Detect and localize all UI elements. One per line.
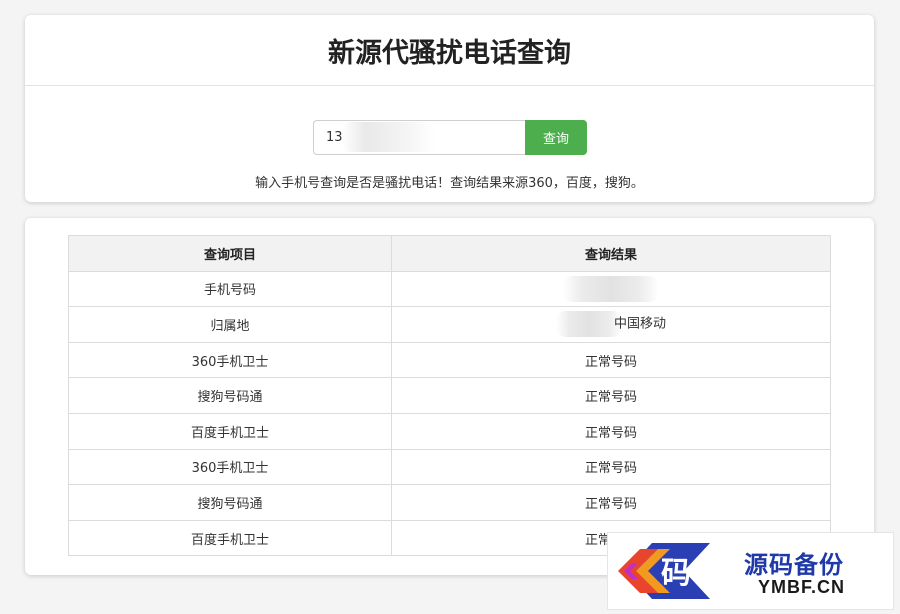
- watermark: 码 源码备份 YMBF.CN: [607, 532, 894, 610]
- header-item: 查询项目: [68, 235, 392, 272]
- row-item: 360手机卫士: [68, 341, 392, 379]
- watermark-logo-icon: 码: [618, 543, 710, 599]
- redacted-phone-mask: [563, 275, 659, 302]
- row-result: 正常号码: [391, 448, 831, 486]
- row-item: 搜狗号码通: [68, 377, 392, 414]
- row-result-text: 中国移动: [613, 316, 666, 332]
- watermark-logo-char: 码: [661, 556, 691, 591]
- row-result: 正常号码: [391, 412, 831, 450]
- row-result: 正常号码: [391, 341, 831, 379]
- row-item: 手机号码: [68, 270, 392, 308]
- row-item: 360手机卫士: [68, 448, 392, 486]
- watermark-name: 源码备份: [744, 550, 844, 579]
- query-button[interactable]: 查询: [525, 120, 587, 155]
- table-row: 百度手机卫士 正常号码: [68, 412, 831, 450]
- row-item: 归属地: [68, 306, 392, 343]
- watermark-domain: YMBF.CN: [758, 577, 845, 597]
- results-table: 查询项目 查询结果 手机号码 归属地 中国移动 360手机卫士 正常号码 搜狗号…: [68, 235, 831, 557]
- row-result: 中国移动: [391, 306, 831, 343]
- results-card: 查询项目 查询结果 手机号码 归属地 中国移动 360手机卫士 正常号码 搜狗号…: [25, 218, 874, 575]
- table-header-row: 查询项目 查询结果: [68, 235, 831, 272]
- row-result: [391, 270, 831, 308]
- phone-input[interactable]: [313, 120, 525, 155]
- table-row: 归属地 中国移动: [68, 306, 831, 343]
- table-row: 手机号码: [68, 270, 831, 308]
- redacted-region-mask: [555, 311, 622, 338]
- search-bar: 查询: [313, 120, 587, 155]
- row-item: 百度手机卫士: [68, 519, 392, 557]
- row-item: 搜狗号码通: [68, 484, 392, 521]
- table-row: 搜狗号码通 正常号码: [68, 377, 831, 414]
- row-result: 正常号码: [391, 484, 831, 521]
- page-title: 新源代骚扰电话查询: [25, 15, 874, 86]
- header-result: 查询结果: [391, 235, 831, 272]
- search-card: 新源代骚扰电话查询 查询 输入手机号查询是否是骚扰电话！查询结果来源360，百度…: [25, 15, 874, 202]
- search-hint: 输入手机号查询是否是骚扰电话！查询结果来源360，百度，搜狗。: [255, 176, 644, 191]
- table-row: 360手机卫士 正常号码: [68, 341, 831, 379]
- table-row: 搜狗号码通 正常号码: [68, 484, 831, 521]
- table-row: 360手机卫士 正常号码: [68, 448, 831, 486]
- row-result: 正常号码: [391, 377, 831, 414]
- row-item: 百度手机卫士: [68, 412, 392, 450]
